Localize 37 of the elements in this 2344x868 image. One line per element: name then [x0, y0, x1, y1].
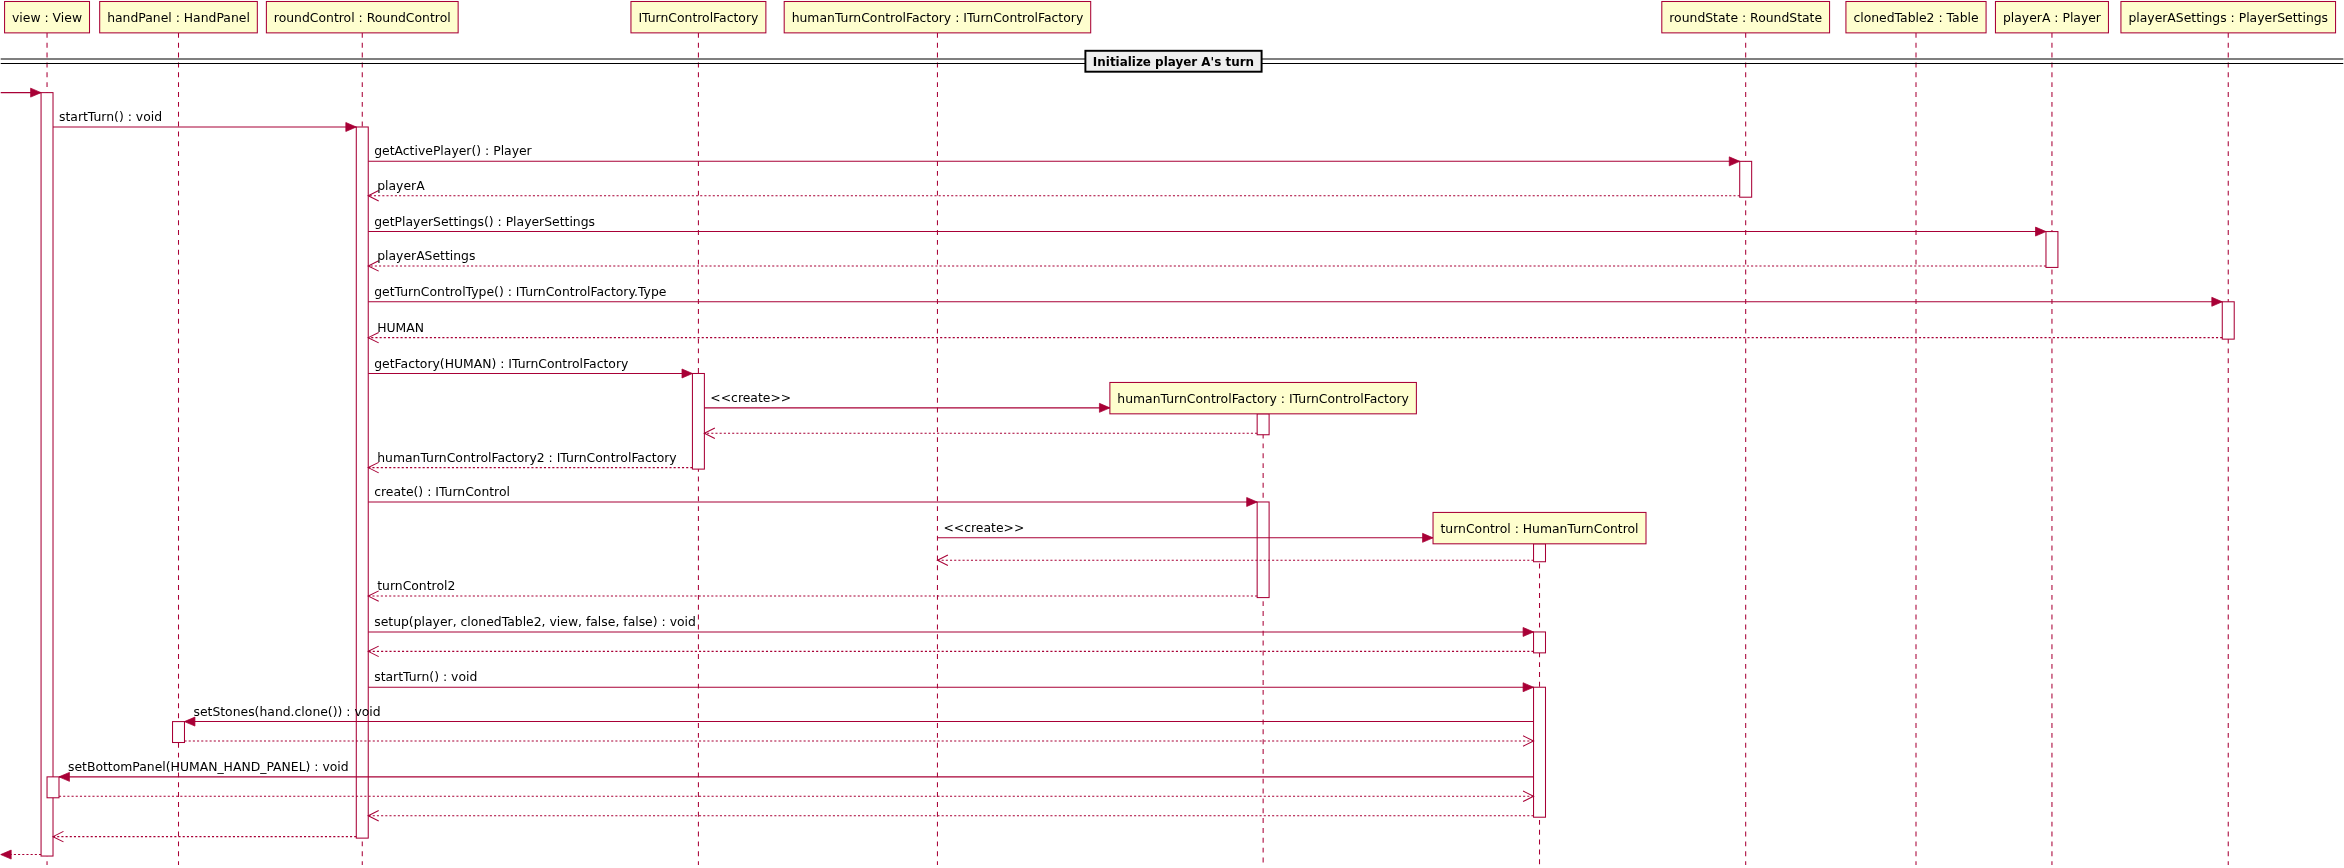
message-label: turnControl2 [377, 578, 456, 594]
message-label: humanTurnControlFactory2 : ITurnControlFactory [377, 449, 677, 465]
message-label: getPlayerSettings() : PlayerSettings [374, 213, 596, 229]
participant-header: playerASettings : PlayerSettings [2120, 0, 2337, 34]
return-arrow [0, 849, 42, 860]
message-label: getFactory(HUMAN) : ITurnControlFactory [374, 355, 629, 371]
participant-header: humanTurnControlFactory : ITurnControlFactory [783, 0, 1092, 34]
message-label: playerA [377, 177, 425, 193]
section-title: Initialize player A's turn [1084, 49, 1263, 73]
participant-header: clonedTable2 : Table [1845, 0, 1987, 34]
activation-bar [1533, 543, 1546, 563]
activation-bar [2045, 231, 2059, 268]
activation-bar [172, 721, 185, 744]
message-arrow [0, 87, 42, 98]
participant-header: handPanel : HandPanel [99, 0, 258, 34]
activation-bar [1256, 413, 1270, 436]
message-label: startTurn() : void [59, 109, 163, 124]
message-label: playerASettings [377, 247, 476, 263]
participant-header: humanTurnControlFactory : ITurnControlFactory [1109, 381, 1417, 415]
participant-header: roundState : RoundState [1661, 0, 1831, 34]
message-label: setup(player, clonedTable2, view, false, false) : void [374, 614, 696, 629]
participant-header: view : View [4, 0, 91, 34]
message-label: <<create>> [943, 519, 1025, 535]
participant-header: turnControl : HumanTurnControl [1432, 511, 1647, 545]
activation-bar [2221, 301, 2235, 340]
message-label: setBottomPanel(HUMAN_HAND_PANEL) : void [67, 758, 349, 774]
message-label: HUMAN [377, 319, 425, 335]
message-label: startTurn() : void [374, 669, 478, 685]
message-label: <<create>> [710, 389, 792, 405]
message-label: getActivePlayer() : Player [374, 143, 532, 159]
message-label: getTurnControlType() : ITurnControlFactory.Type [374, 283, 667, 299]
participant-header: ITurnControlFactory [630, 0, 767, 34]
participant-header: roundControl : RoundControl [265, 0, 459, 34]
activation-bar [1739, 160, 1753, 198]
activation-bar [1533, 631, 1546, 654]
message-label: create() : ITurnControl [374, 484, 510, 499]
participant-header: playerA : Player [1994, 0, 2109, 34]
